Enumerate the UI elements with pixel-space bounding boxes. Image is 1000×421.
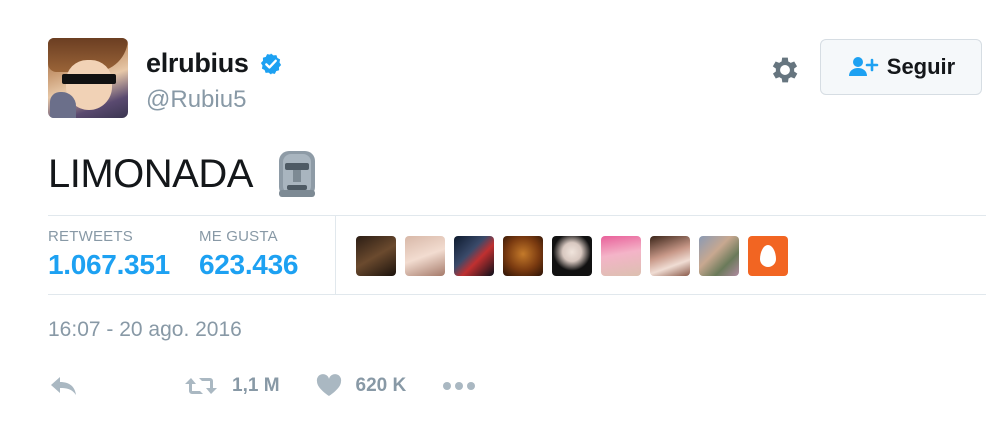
user-handle[interactable]: @Rubiu5	[146, 86, 246, 114]
likes-label: ME GUSTA	[199, 228, 278, 245]
liker-avatar[interactable]	[650, 236, 690, 276]
stats-divider-bottom	[48, 294, 986, 295]
stats-vertical-divider	[335, 216, 336, 294]
retweets-count: 1.067.351	[48, 249, 170, 280]
avatar-pixel-glasses	[62, 74, 116, 84]
retweet-button[interactable]: 1,1 M	[184, 374, 280, 398]
add-user-icon	[848, 57, 879, 76]
more-options-button[interactable]	[442, 381, 476, 391]
like-count: 620 K	[355, 375, 407, 396]
liker-avatar[interactable]	[552, 236, 592, 276]
user-name-row[interactable]: elrubius	[146, 48, 283, 79]
likers-avatars	[356, 236, 788, 276]
likes-count: 623.436	[199, 249, 299, 280]
heart-icon	[316, 374, 341, 396]
liker-avatar[interactable]	[699, 236, 739, 276]
tweet-card: elrubius @Rubiu5 Seguir LIMONADA RETWEET…	[0, 0, 1000, 421]
follow-button[interactable]: Seguir	[820, 39, 982, 95]
tweet-actions: 1,1 M 620 K	[48, 370, 476, 402]
gear-icon[interactable]	[768, 53, 802, 87]
liker-avatar[interactable]	[356, 236, 396, 276]
tweet-timestamp[interactable]: 16:07 - 20 ago. 2016	[48, 318, 242, 342]
user-avatar[interactable]	[48, 38, 128, 118]
retweet-icon	[185, 378, 217, 394]
follow-button-label: Seguir	[886, 54, 956, 79]
retweet-count: 1,1 M	[232, 375, 280, 396]
tweet-text-content: LIMONADA	[48, 151, 253, 196]
avatar-cat	[50, 92, 76, 118]
tweet-text: LIMONADA	[48, 150, 319, 198]
more-dots-icon	[443, 382, 476, 390]
display-name[interactable]: elrubius	[146, 48, 249, 79]
moai-emoji-icon	[278, 151, 315, 197]
like-button[interactable]: 620 K	[316, 374, 407, 398]
liker-avatar[interactable]	[405, 236, 445, 276]
liker-avatar[interactable]	[601, 236, 641, 276]
retweets-label: RETWEETS	[48, 228, 133, 245]
liker-avatar[interactable]	[454, 236, 494, 276]
reply-icon	[51, 377, 76, 395]
stats-divider-top	[48, 215, 986, 216]
verified-badge-icon	[260, 53, 282, 74]
reply-button[interactable]	[48, 374, 80, 398]
liker-avatar-egg[interactable]	[748, 236, 788, 276]
egg-icon	[760, 245, 776, 267]
liker-avatar[interactable]	[503, 236, 543, 276]
likes-stat[interactable]: ME GUSTA 623.436	[199, 228, 298, 281]
retweets-stat[interactable]: RETWEETS 1.067.351	[48, 228, 170, 281]
